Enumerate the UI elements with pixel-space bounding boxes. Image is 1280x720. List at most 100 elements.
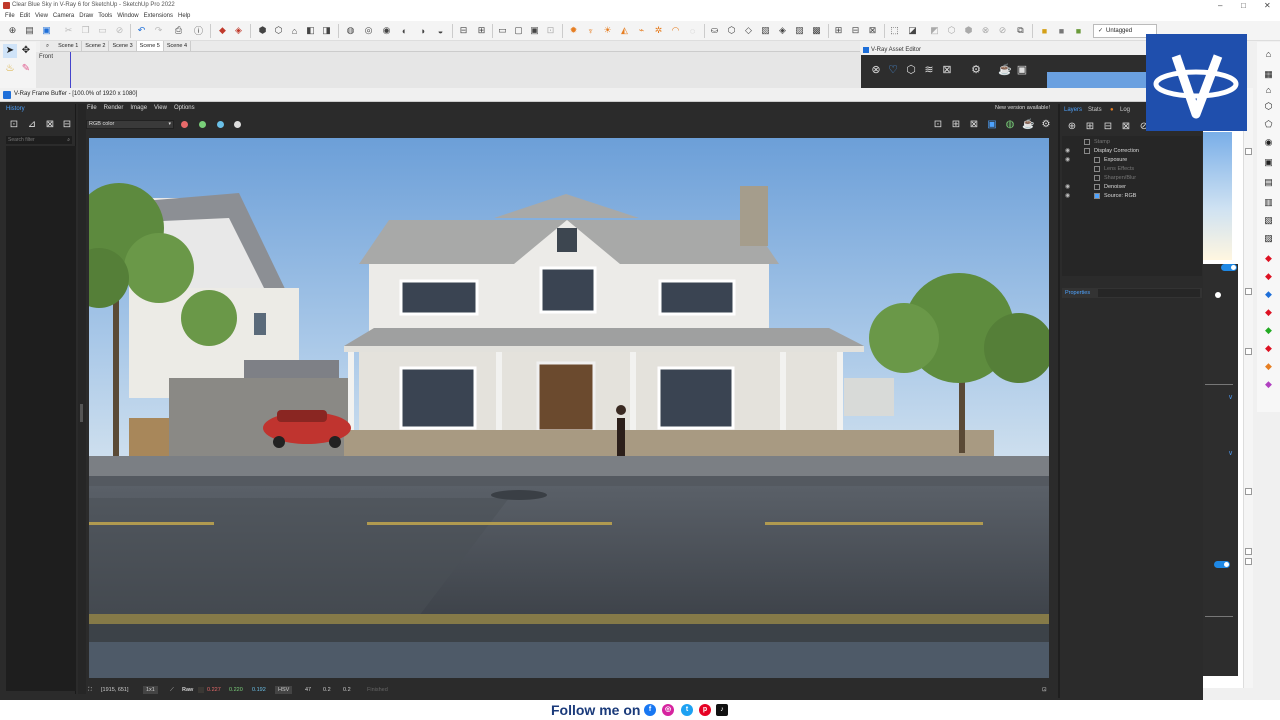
- erase-icon[interactable]: ⊘: [113, 24, 126, 37]
- update-notice[interactable]: New version available!: [995, 103, 1050, 114]
- tray-radio[interactable]: [1215, 292, 1221, 298]
- menu-help[interactable]: Help: [178, 11, 190, 21]
- rendered-image[interactable]: [89, 138, 1049, 678]
- render-settings-icon[interactable]: ⚙: [1040, 119, 1052, 131]
- vray-decal-icon[interactable]: ▩: [810, 24, 823, 37]
- print-icon[interactable]: ⎙: [172, 24, 185, 37]
- vray-interactive-icon[interactable]: ♆: [584, 24, 597, 37]
- blue-channel-icon[interactable]: [217, 121, 224, 128]
- vray-spot-light-icon[interactable]: ⌁: [635, 24, 648, 37]
- layer-row-sharpen-blur[interactable]: Sharpen/Blur: [1062, 174, 1202, 183]
- vray-ies-light-icon[interactable]: ◌: [686, 24, 699, 37]
- color-space-select[interactable]: HSV: [275, 686, 293, 694]
- scene-tab-4[interactable]: Scene 4: [164, 41, 192, 51]
- paste-icon[interactable]: ▭: [96, 24, 109, 37]
- vray-tool-h-icon[interactable]: ⬢: [962, 24, 975, 37]
- previous-view-icon[interactable]: ◒: [434, 24, 447, 37]
- history-splitter[interactable]: [78, 104, 86, 694]
- vray-fur-icon[interactable]: ⬡: [725, 24, 738, 37]
- red-channel-icon[interactable]: [181, 121, 188, 128]
- close-icon[interactable]: ✕: [1264, 1, 1271, 10]
- section-display-icon[interactable]: ⊞: [475, 24, 488, 37]
- tray-toggle-1[interactable]: [1221, 264, 1237, 271]
- zoom-icon[interactable]: ◉: [380, 24, 393, 37]
- vfb-menu-view[interactable]: View: [154, 103, 167, 114]
- cube-gray-icon[interactable]: ■: [1055, 24, 1068, 37]
- scene-tab-1[interactable]: Scene 1: [55, 41, 83, 51]
- red-solid-icon[interactable]: ◆: [1262, 252, 1275, 264]
- minimize-icon[interactable]: –: [1218, 1, 1222, 10]
- load-layers-icon[interactable]: ⊠: [1120, 121, 1132, 133]
- vfb-menu-options[interactable]: Options: [174, 103, 195, 114]
- undo-icon[interactable]: ↶: [135, 24, 148, 37]
- materials-icon[interactable]: ⊗: [869, 63, 883, 77]
- vray-proxy-icon[interactable]: ⛀: [708, 24, 721, 37]
- maximize-icon[interactable]: □: [1241, 1, 1246, 10]
- vray-clipper-icon[interactable]: ◈: [776, 24, 789, 37]
- vray-tool-g-icon[interactable]: ⬡: [945, 24, 958, 37]
- lasso-icon[interactable]: ✥: [19, 44, 33, 58]
- paint-icon[interactable]: ♨: [3, 62, 17, 76]
- instagram-icon[interactable]: ◎: [662, 704, 674, 716]
- vray-tool-k-icon[interactable]: ⧉: [1014, 24, 1027, 37]
- xray-style-icon[interactable]: ▭: [496, 24, 509, 37]
- eye-icon[interactable]: ◉: [1065, 147, 1070, 156]
- tool-g-icon[interactable]: ▣: [1262, 156, 1275, 168]
- zoom-window-icon[interactable]: ◐: [398, 24, 411, 37]
- load-history-icon[interactable]: ⊠: [44, 119, 56, 131]
- tab-log[interactable]: Log: [1120, 107, 1130, 113]
- chevron-down-icon[interactable]: ∨: [1228, 449, 1233, 457]
- blue-solid-icon[interactable]: ◆: [1262, 288, 1275, 300]
- orbit-icon[interactable]: ◍: [344, 24, 357, 37]
- layer-presets-icon[interactable]: ⊞: [1084, 121, 1096, 133]
- zoom-extents-icon[interactable]: ◑: [416, 24, 429, 37]
- delete-history-icon[interactable]: ⊟: [61, 119, 73, 131]
- back-view-icon[interactable]: ◨: [320, 24, 333, 37]
- tool-h-icon[interactable]: ▤: [1262, 176, 1275, 188]
- layer-row-lens-effects[interactable]: Lens Effects: [1062, 165, 1202, 174]
- iso-view-icon[interactable]: ⬢: [256, 24, 269, 37]
- vray-tool-b-icon[interactable]: ⊟: [849, 24, 862, 37]
- tool-j-icon[interactable]: ▧: [1262, 214, 1275, 226]
- region-render-icon[interactable]: ⊡: [932, 119, 944, 131]
- new-file-icon[interactable]: ⊕: [6, 24, 19, 37]
- scene-tab-5[interactable]: Scene 5: [136, 41, 164, 51]
- tool-f-icon[interactable]: ◉: [1262, 136, 1275, 148]
- history-search-input[interactable]: Search filter ⌕: [6, 136, 72, 144]
- lock-icon[interactable]: ⊡: [544, 24, 557, 37]
- facebook-icon[interactable]: f: [644, 704, 656, 716]
- resize-icon[interactable]: ⊡: [1042, 684, 1047, 696]
- vray-scatter-icon[interactable]: ▨: [793, 24, 806, 37]
- vfb-menu-image[interactable]: Image: [130, 103, 147, 114]
- eye-icon[interactable]: ◉: [1065, 156, 1070, 165]
- tool-a-icon[interactable]: ⌂: [1262, 48, 1275, 60]
- pan-icon[interactable]: ◎: [362, 24, 375, 37]
- eye-icon[interactable]: ◉: [1065, 183, 1070, 192]
- vray-render-icon[interactable]: ✹: [567, 24, 580, 37]
- vray-dome-light-icon[interactable]: ◠: [669, 24, 682, 37]
- sketchup-viewport[interactable]: Front: [36, 52, 861, 88]
- clear-image-icon[interactable]: ⊠: [968, 119, 980, 131]
- chevron-down-icon[interactable]: ∨: [1228, 393, 1233, 401]
- tab-layers[interactable]: Layers: [1064, 107, 1082, 113]
- crosshair-icon[interactable]: ⛶: [88, 684, 92, 696]
- shaded-style-icon[interactable]: ▣: [528, 24, 541, 37]
- zoom-select[interactable]: 1x1: [143, 686, 158, 694]
- eye-icon[interactable]: ◉: [1065, 192, 1070, 201]
- save-layers-icon[interactable]: ⊟: [1102, 121, 1114, 133]
- menu-view[interactable]: View: [35, 11, 48, 21]
- vray-sphere-light-icon[interactable]: ◭: [618, 24, 631, 37]
- vray-tool-f-icon[interactable]: ◩: [928, 24, 941, 37]
- wireframe-style-icon[interactable]: ▢: [512, 24, 525, 37]
- start-render-icon[interactable]: ☕: [1022, 119, 1034, 131]
- tool-k-icon[interactable]: ▨: [1262, 232, 1275, 244]
- vray-tool-i-icon[interactable]: ⊗: [979, 24, 992, 37]
- vfb-menu-render[interactable]: Render: [104, 103, 124, 114]
- tool-c-icon[interactable]: ⌂: [1262, 84, 1275, 96]
- orange-solid-icon[interactable]: ◆: [1262, 360, 1275, 372]
- copy-icon[interactable]: ❐: [79, 24, 92, 37]
- eyedropper-icon[interactable]: ⟋: [170, 684, 174, 696]
- textures-icon[interactable]: ≋: [922, 63, 936, 77]
- menu-draw[interactable]: Draw: [79, 11, 93, 21]
- tab-stats[interactable]: Stats: [1088, 107, 1102, 113]
